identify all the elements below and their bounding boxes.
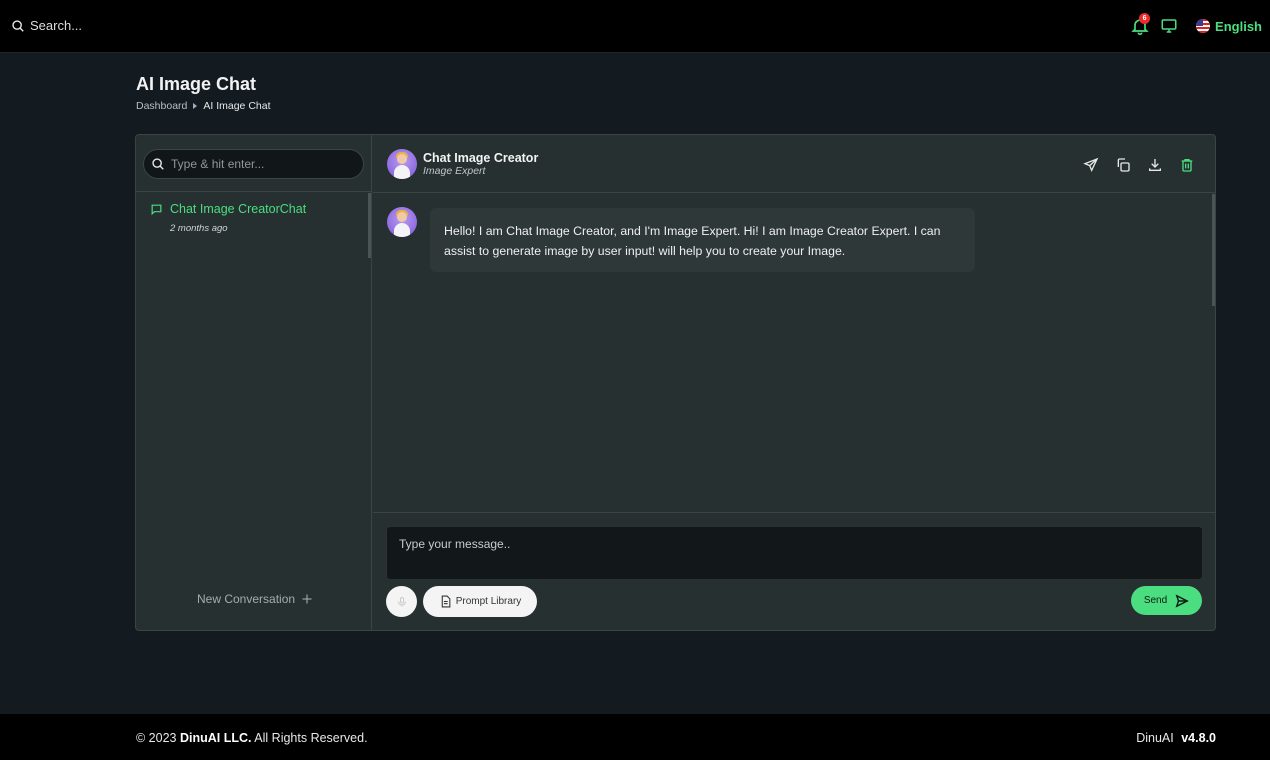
sidebar-scrollbar[interactable] — [368, 193, 371, 258]
chat-bubble-icon — [151, 204, 162, 215]
new-conversation-label: New Conversation — [197, 592, 296, 606]
new-conversation-button[interactable]: New Conversation — [197, 592, 313, 606]
chat-card: Chat Image CreatorChat 2 months ago New … — [135, 134, 1216, 631]
bot-avatar — [387, 149, 417, 179]
version-number: v4.8.0 — [1181, 731, 1216, 745]
global-search-label: Search... — [30, 18, 83, 33]
trash-icon[interactable] — [1179, 157, 1195, 173]
message-list: Hello! I am Chat Image Creator, and I'm … — [373, 194, 1215, 512]
search-icon — [152, 158, 164, 170]
notifications-button[interactable]: 6 — [1130, 13, 1151, 36]
language-selector[interactable]: English — [1196, 19, 1262, 34]
breadcrumb-current: AI Image Chat — [203, 100, 271, 112]
breadcrumb-dashboard[interactable]: Dashboard — [136, 100, 187, 112]
chat-panel: Chat Image Creator Image Expert Hello! I… — [373, 135, 1215, 630]
conversation-item[interactable]: Chat Image CreatorChat 2 months ago — [150, 202, 306, 234]
bot-message: Hello! I am Chat Image Creator, and I'm … — [430, 208, 975, 272]
company-link[interactable]: DinuAI LLC. — [180, 731, 252, 745]
send-button[interactable]: Send — [1131, 586, 1202, 615]
sidebar-divider — [136, 191, 372, 192]
conversation-sidebar: Chat Image CreatorChat 2 months ago New … — [136, 135, 372, 630]
microphone-button[interactable] — [386, 586, 417, 617]
us-flag-icon — [1196, 19, 1211, 33]
document-icon — [441, 595, 451, 608]
copyright-prefix: © 2023 — [136, 731, 177, 745]
chat-header: Chat Image Creator Image Expert — [373, 135, 1215, 193]
copy-icon[interactable] — [1115, 157, 1131, 173]
bot-name: Chat Image Creator — [423, 151, 539, 165]
rights-text: All Rights Reserved. — [254, 731, 368, 745]
microphone-icon — [397, 596, 406, 606]
message-input[interactable] — [386, 526, 1203, 580]
breadcrumb-separator-icon — [193, 103, 198, 109]
plus-icon — [302, 594, 312, 604]
search-icon — [12, 19, 24, 32]
message-composer: Prompt Library Send — [373, 512, 1215, 630]
prompt-library-label: Prompt Library — [455, 596, 522, 607]
breadcrumb: Dashboard AI Image Chat — [136, 100, 271, 112]
global-search[interactable]: Search... — [11, 18, 82, 33]
conversation-search-input[interactable] — [171, 157, 351, 171]
prompt-library-button[interactable]: Prompt Library — [423, 586, 537, 617]
conversation-title: Chat Image CreatorChat — [170, 202, 307, 216]
download-icon[interactable] — [1147, 157, 1163, 173]
copyright: © 2023 DinuAI LLC. All Rights Reserved. — [136, 731, 368, 745]
notification-count-badge: 6 — [1139, 13, 1151, 24]
send-label: Send — [1143, 595, 1168, 606]
language-label: English — [1215, 18, 1262, 34]
send-icon — [1175, 593, 1189, 608]
footer: © 2023 DinuAI LLC. All Rights Reserved. … — [0, 714, 1270, 760]
page-title: AI Image Chat — [136, 74, 257, 94]
bot-role: Image Expert — [423, 165, 486, 177]
monitor-icon[interactable] — [1160, 17, 1178, 35]
version-info: DinuAI v4.8.0 — [1136, 731, 1216, 745]
share-send-icon[interactable] — [1083, 157, 1099, 173]
message-avatar — [387, 207, 417, 237]
conversation-time: 2 months ago — [170, 223, 228, 234]
messages-scrollbar[interactable] — [1212, 194, 1215, 306]
product-name: DinuAI — [1136, 731, 1174, 745]
top-bar: Search... 6 English — [0, 0, 1270, 53]
conversation-search[interactable] — [143, 149, 364, 179]
